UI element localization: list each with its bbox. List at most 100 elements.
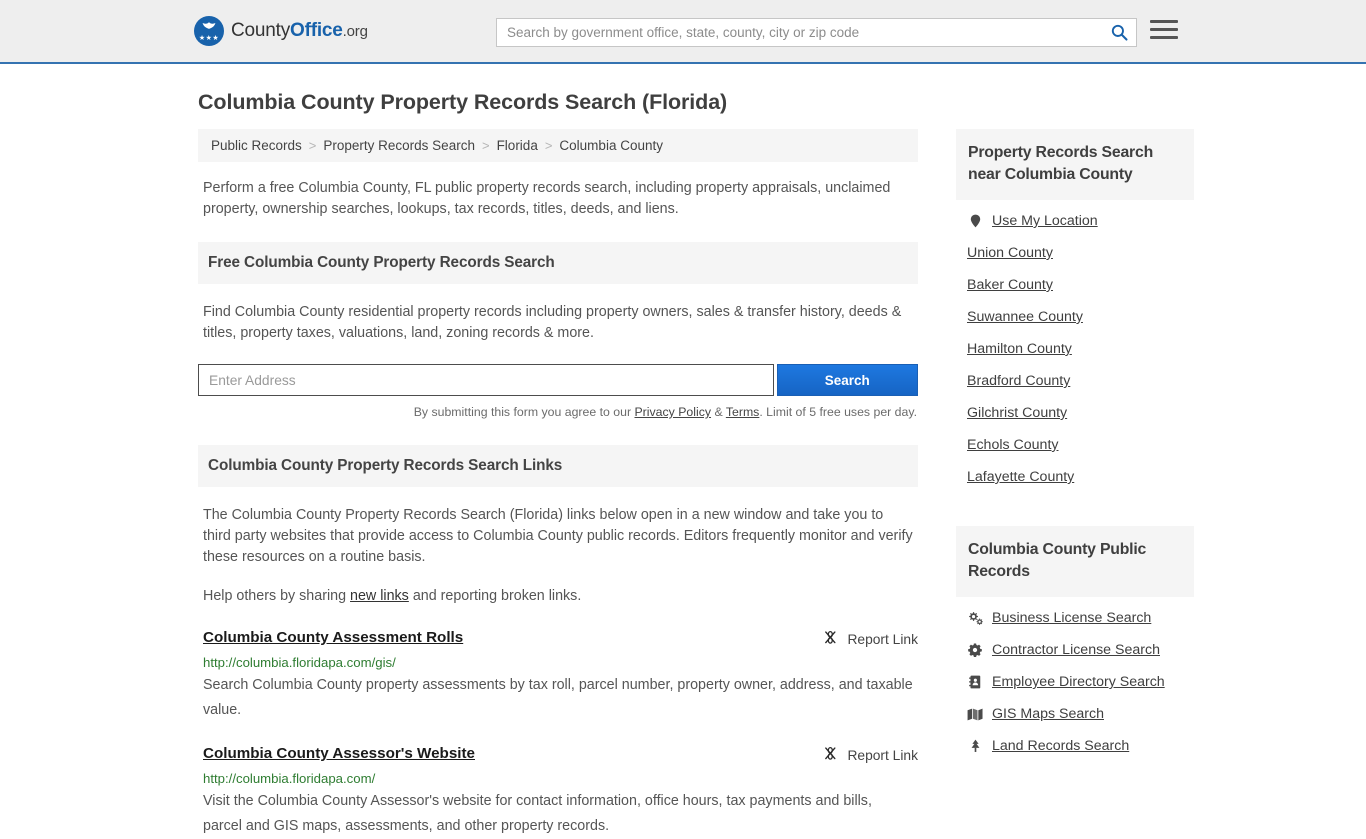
address-input[interactable] bbox=[198, 364, 774, 396]
result-title-link[interactable]: Columbia County Assessment Rolls bbox=[203, 629, 463, 646]
brand-part-office: Office bbox=[290, 20, 343, 41]
sidebar-link-label[interactable]: GIS Maps Search bbox=[992, 706, 1104, 722]
result-description: Visit the Columbia County Assessor's web… bbox=[203, 789, 913, 839]
sidebar-item-employee-directory-search[interactable]: Employee Directory Search bbox=[956, 666, 1194, 698]
sidebar-item-business-license-search[interactable]: Business License Search bbox=[956, 602, 1194, 634]
sidebar-item-gis-maps-search[interactable]: GIS Maps Search bbox=[956, 698, 1194, 730]
sidebar-item-echols-county[interactable]: Echols County bbox=[956, 429, 1194, 461]
eagle-shield-logo-icon: ★★★ bbox=[194, 16, 224, 46]
page-intro-text: Perform a free Columbia County, FL publi… bbox=[203, 178, 913, 220]
sidebar-item-lafayette-county[interactable]: Lafayette County bbox=[956, 461, 1194, 493]
report-link-button[interactable]: Report Link bbox=[823, 629, 918, 648]
sidebar-item-bradford-county[interactable]: Bradford County bbox=[956, 365, 1194, 397]
map-pin-icon bbox=[967, 214, 983, 228]
free-search-description: Find Columbia County residential propert… bbox=[203, 302, 913, 344]
result-header-row: Columbia County Assessor's Website Repor… bbox=[198, 745, 918, 764]
tree-icon bbox=[967, 739, 983, 753]
result-description: Search Columbia County property assessme… bbox=[203, 673, 913, 723]
sidebar-link-label[interactable]: Contractor License Search bbox=[992, 642, 1160, 658]
address-search-form: Search bbox=[198, 364, 918, 396]
broken-link-icon bbox=[823, 746, 838, 764]
sidebar-link-label[interactable]: Use My Location bbox=[992, 213, 1098, 229]
hamburger-menu-icon[interactable] bbox=[1150, 20, 1178, 39]
breadcrumb-item-property-records-search[interactable]: Property Records Search bbox=[320, 138, 478, 153]
report-link-label: Report Link bbox=[847, 632, 918, 647]
sidebar-link-label[interactable]: Business License Search bbox=[992, 610, 1151, 626]
three-stars-icon: ★★★ bbox=[194, 35, 224, 42]
sidebar-item-suwannee-county[interactable]: Suwannee County bbox=[956, 301, 1194, 333]
sidebar-nearby-list: Use My Location Union County Baker Count… bbox=[956, 205, 1194, 493]
records-links-help-line: Help others by sharing new links and rep… bbox=[203, 586, 913, 607]
privacy-policy-link[interactable]: Privacy Policy bbox=[634, 405, 711, 419]
result-url: http://columbia.floridapa.com/ bbox=[203, 771, 918, 786]
main-column: Public Records > Property Records Search… bbox=[198, 129, 918, 839]
report-link-button[interactable]: Report Link bbox=[823, 745, 918, 764]
free-search-section: Free Columbia County Property Records Se… bbox=[198, 242, 918, 419]
cog-icon bbox=[967, 643, 983, 657]
content-layout: Public Records > Property Records Search… bbox=[198, 129, 1174, 839]
sidebar-item-baker-county[interactable]: Baker County bbox=[956, 269, 1194, 301]
sidebar-link-label[interactable]: Baker County bbox=[967, 277, 1053, 293]
hamburger-bar bbox=[1150, 36, 1178, 39]
sidebar-link-label[interactable]: Bradford County bbox=[967, 373, 1070, 389]
global-search-bar[interactable] bbox=[496, 18, 1137, 47]
help-suffix: and reporting broken links. bbox=[409, 588, 581, 604]
result-title-link[interactable]: Columbia County Assessor's Website bbox=[203, 745, 475, 762]
page-title: Columbia County Property Records Search … bbox=[198, 90, 1174, 115]
terms-link[interactable]: Terms bbox=[726, 405, 759, 419]
sidebar-link-label[interactable]: Lafayette County bbox=[967, 469, 1074, 485]
global-search-input[interactable] bbox=[497, 19, 1102, 46]
sidebar-item-gilchrist-county[interactable]: Gilchrist County bbox=[956, 397, 1194, 429]
result-item: Columbia County Assessment Rolls Report … bbox=[198, 629, 918, 723]
address-search-button[interactable]: Search bbox=[777, 364, 918, 396]
sidebar-public-records-heading: Columbia County Public Records bbox=[956, 526, 1194, 597]
cogs-icon bbox=[967, 611, 983, 625]
hamburger-bar bbox=[1150, 20, 1178, 23]
result-url: http://columbia.floridapa.com/gis/ bbox=[203, 655, 918, 670]
breadcrumb-separator: > bbox=[479, 138, 493, 153]
sidebar-link-label[interactable]: Land Records Search bbox=[992, 738, 1129, 754]
site-logo[interactable]: ★★★ CountyOffice.org bbox=[194, 16, 368, 46]
sidebar-link-label[interactable]: Echols County bbox=[967, 437, 1058, 453]
sidebar-nearby-heading: Property Records Search near Columbia Co… bbox=[956, 129, 1194, 200]
page-container: Columbia County Property Records Search … bbox=[0, 90, 1366, 839]
broken-link-icon bbox=[823, 630, 838, 648]
sidebar-nearby-section: Property Records Search near Columbia Co… bbox=[956, 129, 1194, 493]
map-icon bbox=[967, 708, 983, 721]
breadcrumb-item-florida[interactable]: Florida bbox=[494, 138, 541, 153]
free-search-heading: Free Columbia County Property Records Se… bbox=[198, 242, 918, 284]
global-search-button[interactable] bbox=[1102, 19, 1136, 46]
breadcrumb-separator: > bbox=[542, 138, 556, 153]
legal-note-suffix: . Limit of 5 free uses per day. bbox=[759, 405, 917, 419]
records-links-heading: Columbia County Property Records Search … bbox=[198, 445, 918, 487]
sidebar-item-hamilton-county[interactable]: Hamilton County bbox=[956, 333, 1194, 365]
sidebar-link-label[interactable]: Union County bbox=[967, 245, 1053, 261]
magnifier-icon bbox=[1111, 24, 1128, 41]
breadcrumb: Public Records > Property Records Search… bbox=[198, 129, 918, 162]
sidebar-link-label[interactable]: Employee Directory Search bbox=[992, 674, 1165, 690]
sidebar-link-label[interactable]: Gilchrist County bbox=[967, 405, 1067, 421]
sidebar-link-label[interactable]: Hamilton County bbox=[967, 341, 1072, 357]
records-links-paragraph: The Columbia County Property Records Sea… bbox=[203, 505, 913, 568]
sidebar-item-contractor-license-search[interactable]: Contractor License Search bbox=[956, 634, 1194, 666]
new-links-link[interactable]: new links bbox=[350, 588, 409, 604]
records-links-section: Columbia County Property Records Search … bbox=[198, 445, 918, 839]
legal-note-amp: & bbox=[711, 405, 726, 419]
form-legal-note: By submitting this form you agree to our… bbox=[198, 405, 917, 419]
hamburger-bar bbox=[1150, 28, 1178, 31]
brand-part-county: County bbox=[231, 20, 290, 41]
sidebar-public-records-section: Columbia County Public Records Business … bbox=[956, 526, 1194, 762]
brand-part-org: .org bbox=[343, 23, 368, 40]
breadcrumb-item-public-records[interactable]: Public Records bbox=[208, 138, 305, 153]
help-prefix: Help others by sharing bbox=[203, 588, 350, 604]
sidebar-link-label[interactable]: Suwannee County bbox=[967, 309, 1083, 325]
sidebar: Property Records Search near Columbia Co… bbox=[956, 129, 1194, 762]
brand-wordmark: CountyOffice.org bbox=[231, 20, 368, 42]
breadcrumb-item-columbia-county[interactable]: Columbia County bbox=[556, 138, 666, 153]
sidebar-item-use-my-location[interactable]: Use My Location bbox=[956, 205, 1194, 237]
legal-note-prefix: By submitting this form you agree to our bbox=[414, 405, 635, 419]
report-link-label: Report Link bbox=[847, 748, 918, 763]
sidebar-item-union-county[interactable]: Union County bbox=[956, 237, 1194, 269]
sidebar-item-land-records-search[interactable]: Land Records Search bbox=[956, 730, 1194, 762]
site-header: ★★★ CountyOffice.org bbox=[0, 0, 1366, 64]
